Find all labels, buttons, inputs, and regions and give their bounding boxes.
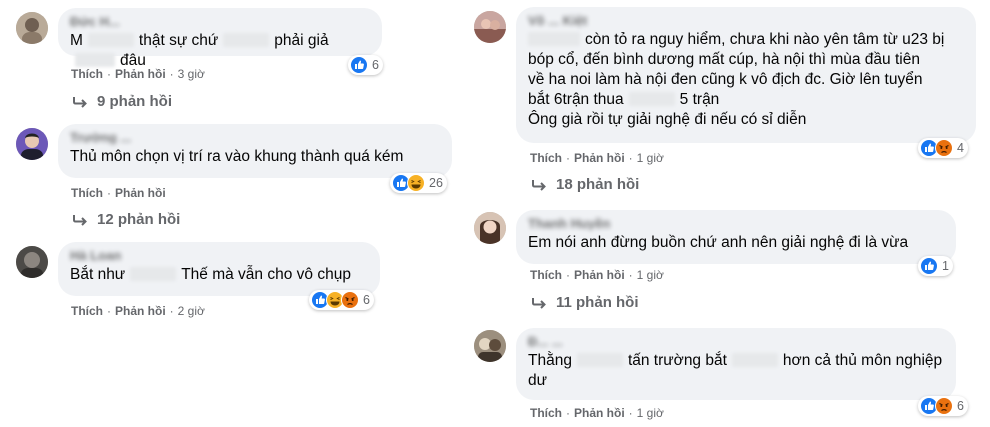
timestamp[interactable]: 2 giờ <box>178 304 205 318</box>
redaction <box>731 353 778 367</box>
author-name[interactable]: Hà Loan <box>70 250 368 262</box>
reply-link[interactable]: Phản hồi <box>115 67 166 81</box>
view-replies-link[interactable]: 12 phản hồi <box>72 211 180 228</box>
redaction <box>223 33 270 47</box>
like-reaction-icon <box>350 56 368 74</box>
reply-arrow-icon <box>73 96 87 108</box>
comment-text: Bắt như Thế mà vẫn cho vô chụp <box>70 266 351 283</box>
author-name[interactable]: Thanh Huyền <box>528 218 944 230</box>
like-link[interactable]: Thích <box>530 406 562 420</box>
redaction <box>576 353 623 367</box>
reply-arrow-icon <box>532 179 546 191</box>
author-name[interactable]: Võ ... Kiệt <box>528 15 964 27</box>
reaction-summary[interactable]: 1 <box>918 256 953 276</box>
comment-actions: Thích · Phản hồi · 3 giờ <box>71 67 205 81</box>
like-link[interactable]: Thích <box>71 304 103 318</box>
reaction-count: 6 <box>372 58 379 72</box>
reaction-summary[interactable]: 26 <box>390 173 447 193</box>
timestamp[interactable]: 1 giờ <box>637 268 664 282</box>
view-replies-link[interactable]: 18 phản hồi <box>531 176 639 193</box>
like-link[interactable]: Thích <box>71 67 103 81</box>
comment-actions: Thích · Phản hồi · 1 giờ <box>530 151 664 165</box>
like-reaction-icon <box>920 257 938 275</box>
comment-text: Thằng tấn trường bắt hơn cả thủ môn nghiệp… <box>528 352 943 389</box>
comment-bubble: Võ ... Kiệt còn tỏ ra nguy hiểm, chưa kh… <box>516 7 976 143</box>
reaction-summary[interactable]: 6 <box>309 290 374 310</box>
comment-actions: Thích · Phản hồi · 1 giờ <box>530 406 664 420</box>
like-link[interactable]: Thích <box>71 186 103 200</box>
redaction <box>528 32 580 46</box>
author-name[interactable]: Đức H... <box>70 16 370 28</box>
reaction-summary[interactable]: 4 <box>918 138 968 158</box>
redaction <box>628 92 675 106</box>
author-name[interactable]: Đ... ... <box>528 336 944 348</box>
comment-text: Em nói anh đừng buồn chứ anh nên giải ng… <box>528 234 909 251</box>
comment-actions: Thích · Phản hồi · 1 giờ <box>530 268 664 282</box>
reaction-count: 1 <box>942 259 949 273</box>
comment-bubble: Thanh Huyền Em nói anh đừng buồn chứ anh… <box>516 210 956 264</box>
timestamp[interactable]: 1 giờ <box>637 406 664 420</box>
reply-link[interactable]: Phản hồi <box>115 304 166 318</box>
reply-link[interactable]: Phản hồi <box>574 151 625 165</box>
reply-link[interactable]: Phản hồi <box>115 186 166 200</box>
timestamp[interactable]: 1 giờ <box>637 151 664 165</box>
comment-actions: Thích · Phản hồi <box>71 186 166 200</box>
redaction <box>130 267 177 281</box>
angry-reaction-icon <box>935 139 953 157</box>
like-link[interactable]: Thích <box>530 151 562 165</box>
angry-reaction-icon <box>935 397 953 415</box>
avatar[interactable] <box>16 246 48 278</box>
comment-bubble: Trường ... Thủ môn chọn vị trí ra vào kh… <box>58 124 452 178</box>
comment-bubble: Đ... ... Thằng tấn trường bắt hơn cả thủ m… <box>516 328 956 400</box>
redaction <box>87 33 134 47</box>
reaction-summary[interactable]: 6 <box>918 396 968 416</box>
redaction <box>75 53 115 67</box>
like-link[interactable]: Thích <box>530 268 562 282</box>
comment-bubble: Hà Loan Bắt như Thế mà vẫn cho vô chụp <box>58 242 380 296</box>
avatar[interactable] <box>474 11 506 43</box>
reply-arrow-icon <box>532 297 546 309</box>
avatar[interactable] <box>16 12 48 44</box>
reply-link[interactable]: Phản hồi <box>574 406 625 420</box>
reaction-count: 6 <box>363 293 370 307</box>
comment-actions: Thích · Phản hồi · 2 giờ <box>71 304 205 318</box>
avatar[interactable] <box>474 212 506 244</box>
comment-text: Mthật sự chứ phải giảđâu <box>70 32 329 69</box>
avatar[interactable] <box>474 330 506 362</box>
haha-reaction-icon <box>407 174 425 192</box>
reply-arrow-icon <box>73 214 87 226</box>
reaction-count: 26 <box>429 176 443 190</box>
reaction-summary[interactable]: 6 <box>348 55 383 75</box>
angry-reaction-icon <box>341 291 359 309</box>
author-name[interactable]: Trường ... <box>70 132 440 144</box>
reaction-count: 4 <box>957 141 964 155</box>
comment-text: Thủ môn chọn vị trí ra vào khung thành q… <box>70 148 404 165</box>
comment-bubble: Đức H... Mthật sự chứ phải giảđâu <box>58 8 382 69</box>
avatar[interactable] <box>16 128 48 160</box>
reaction-count: 6 <box>957 399 964 413</box>
reply-link[interactable]: Phản hồi <box>574 268 625 282</box>
timestamp[interactable]: 3 giờ <box>178 67 205 81</box>
comment-text: còn tỏ ra nguy hiểm, chưa khi nào yên tâ… <box>528 31 945 128</box>
view-replies-link[interactable]: 9 phản hồi <box>72 93 172 110</box>
view-replies-link[interactable]: 11 phản hồi <box>531 294 639 311</box>
